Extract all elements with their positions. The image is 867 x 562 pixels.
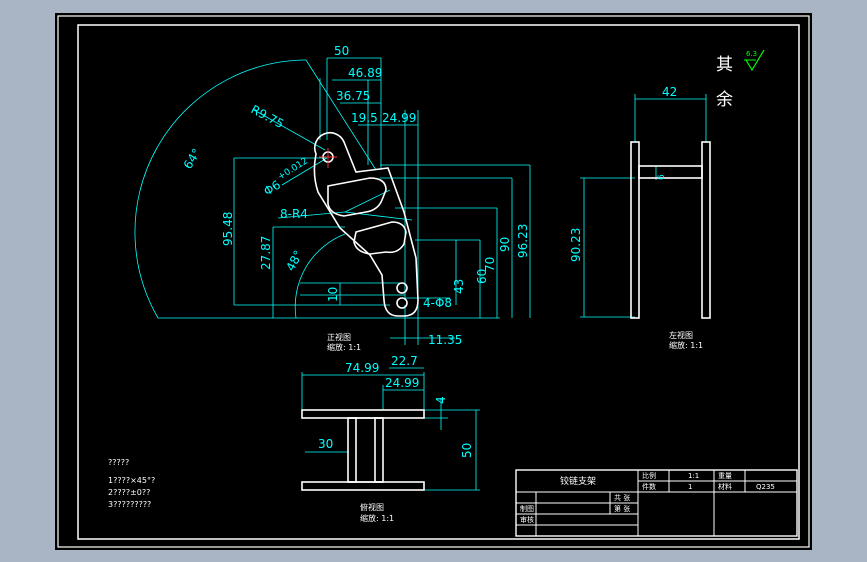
dim-6: 6: [657, 174, 667, 180]
roughness-char-2: 余: [716, 90, 733, 110]
note-title: ?????: [108, 458, 129, 467]
dim-24-99: 24.99: [385, 376, 419, 390]
dim-95-48: 95.48: [221, 212, 235, 246]
label-sheets-total: 共 张: [614, 493, 630, 502]
label-drawn: 制图: [520, 504, 534, 513]
dim-42: 42: [662, 85, 677, 99]
label-scale: 比例: [642, 471, 656, 480]
dim-27-87: 27.87: [259, 236, 273, 270]
dim-24-99: 24.99: [382, 111, 416, 125]
title-part-name: 铰链支架: [560, 475, 596, 487]
dim-19-5: 19.5: [351, 111, 378, 125]
left-view-caption: 左视图: [669, 330, 693, 340]
roughness-value: 6.3: [746, 50, 757, 58]
value-scale: 1:1: [688, 472, 699, 480]
note-2: 2????±0??: [108, 488, 150, 497]
label-quantity: 件数: [642, 482, 656, 491]
roughness-char-1: 其: [716, 55, 733, 75]
front-view-scale: 缩放: 1:1: [327, 342, 361, 352]
value-quantity: 1: [688, 483, 692, 491]
cad-drawing: 50 46.89 36.75 19.5 24.99 R9.75 64° Φ6 +…: [55, 13, 812, 550]
label-material: 材料: [718, 482, 732, 491]
front-view-caption: 正视图: [327, 332, 351, 342]
dim-70: 70: [483, 257, 497, 272]
left-view-scale: 缩放: 1:1: [669, 340, 703, 350]
dim-11-35: 11.35: [428, 333, 462, 347]
label-sheet-no: 第 张: [614, 504, 630, 513]
note-1: 1????×45°?: [108, 476, 155, 485]
dim-10: 10: [326, 287, 340, 302]
value-material: Q235: [756, 483, 775, 491]
dim-4: 4: [434, 396, 448, 404]
dim-r4: 8-R4: [280, 207, 308, 221]
dim-43: 43: [452, 279, 466, 294]
dim-74-99: 74.99: [345, 361, 379, 375]
dim-22-7: 22.7: [391, 354, 418, 368]
note-3: 3?????????: [108, 500, 151, 509]
label-checked: 审核: [520, 515, 534, 524]
dim-90-23: 90.23: [569, 228, 583, 262]
dim-96-23: 96.23: [516, 224, 530, 258]
dim-90: 90: [498, 237, 512, 252]
dim-30: 30: [318, 437, 333, 451]
dim-46-89: 46.89: [348, 66, 382, 80]
label-weight: 重量: [718, 472, 732, 480]
dim-hole: 4-Φ8: [423, 296, 452, 310]
top-view-scale: 缩放: 1:1: [360, 513, 394, 523]
dim-36-75: 36.75: [336, 89, 370, 103]
top-view-caption: 俯视图: [360, 502, 384, 512]
dim-50: 50: [334, 44, 349, 58]
dim-50-top: 50: [460, 443, 474, 458]
